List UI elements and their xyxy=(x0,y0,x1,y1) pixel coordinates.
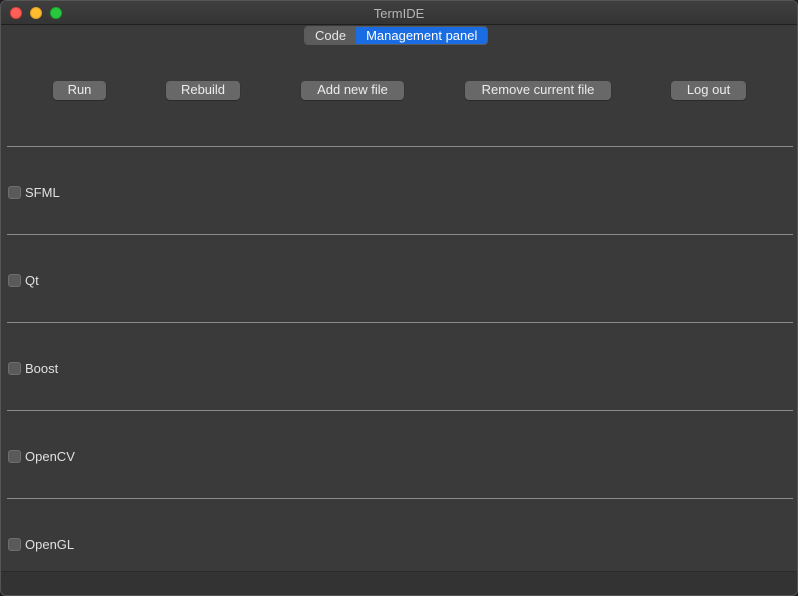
remove-current-file-button[interactable]: Remove current file xyxy=(465,81,611,100)
tab-management-panel[interactable]: Management panel xyxy=(356,27,488,44)
window-title: TermIDE xyxy=(373,6,425,21)
tab-bar: Code Management panel xyxy=(304,26,489,45)
divider xyxy=(7,498,793,499)
status-bar xyxy=(1,571,797,595)
run-button[interactable]: Run xyxy=(53,81,106,100)
add-new-file-button[interactable]: Add new file xyxy=(301,81,404,100)
opengl-label: OpenGL xyxy=(25,536,75,552)
divider xyxy=(7,322,793,323)
divider xyxy=(7,234,793,235)
divider xyxy=(7,146,793,147)
boost-label: Boost xyxy=(25,360,59,376)
title-bar[interactable]: TermIDE xyxy=(1,1,797,25)
sfml-checkbox[interactable] xyxy=(8,185,21,199)
tab-code[interactable]: Code xyxy=(305,27,357,44)
app-window: TermIDE Code Management panel Run Rebuil… xyxy=(0,0,798,596)
qt-label: Qt xyxy=(25,272,39,288)
opengl-checkbox[interactable] xyxy=(8,537,21,551)
library-item-qt[interactable]: Qt xyxy=(8,272,39,288)
divider xyxy=(7,410,793,411)
boost-checkbox[interactable] xyxy=(8,361,21,375)
qt-checkbox[interactable] xyxy=(8,273,21,287)
log-out-button[interactable]: Log out xyxy=(671,81,746,100)
rebuild-button[interactable]: Rebuild xyxy=(166,81,240,100)
library-item-boost[interactable]: Boost xyxy=(8,360,58,376)
sfml-label: SFML xyxy=(25,184,60,200)
library-item-opengl[interactable]: OpenGL xyxy=(8,536,74,552)
library-item-sfml[interactable]: SFML xyxy=(8,184,60,200)
opencv-checkbox[interactable] xyxy=(8,449,21,463)
library-item-opencv[interactable]: OpenCV xyxy=(8,448,75,464)
opencv-label: OpenCV xyxy=(25,448,75,464)
